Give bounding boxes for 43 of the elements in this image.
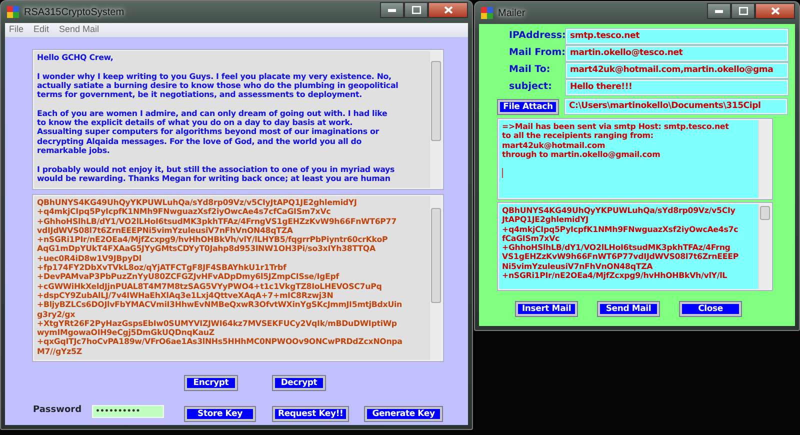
action-button[interactable]: Generate Key [365, 407, 442, 421]
menu-item[interactable]: File [9, 23, 24, 37]
text-field[interactable]: mart42uk@hotmail.com,martin.okello@gma [566, 63, 788, 78]
text-cursor [502, 168, 503, 178]
menu-item[interactable]: Send Mail [59, 23, 100, 37]
action-button[interactable]: Request Key!! [273, 407, 348, 421]
close-icon [770, 7, 780, 15]
close-button[interactable] [755, 3, 795, 19]
window-title: RSA315CryptoSystem [24, 6, 124, 20]
scrollbar[interactable] [758, 204, 771, 289]
scrollbar[interactable] [429, 51, 442, 188]
text-field[interactable]: Hello there!!! [566, 80, 788, 95]
action-button[interactable]: Close [680, 302, 741, 316]
file-attach-button[interactable]: File Attach [498, 100, 558, 114]
text-field[interactable]: smtp.tesco.net [566, 29, 788, 44]
text-field[interactable]: martin.okello@tesco.net [566, 46, 788, 61]
field-label: subject: [508, 80, 553, 94]
minimize-button[interactable] [380, 2, 404, 18]
window-title: Mailer [498, 6, 526, 20]
maximize-button[interactable] [404, 2, 428, 18]
action-button[interactable]: Decrypt [273, 376, 325, 390]
minimize-icon [388, 8, 396, 12]
maximize-button[interactable] [731, 3, 755, 19]
action-button[interactable]: Store Key [185, 407, 255, 421]
file-path-field[interactable]: C:\Users\martinokello\Documents\315Cipl [565, 99, 787, 114]
maximize-icon [738, 7, 748, 15]
scrollbar[interactable] [429, 196, 442, 360]
minimize-button[interactable] [707, 3, 731, 19]
close-button[interactable] [428, 2, 468, 18]
menu-item[interactable]: Edit [34, 23, 50, 37]
minimize-icon [715, 10, 723, 12]
action-button[interactable]: Send Mail [598, 302, 659, 316]
scrollbar[interactable] [758, 120, 771, 198]
close-icon [444, 6, 452, 14]
action-button[interactable]: Encrypt [185, 376, 237, 390]
app-icon [7, 6, 19, 18]
maximize-icon [412, 6, 420, 14]
action-button[interactable]: Insert Mail [516, 302, 577, 316]
field-label: Mail From: [508, 46, 566, 60]
password-label: Password [33, 404, 82, 418]
app-icon [481, 7, 493, 19]
field-label: Mail To: [508, 63, 552, 78]
field-label: IPAddress: [508, 29, 566, 44]
